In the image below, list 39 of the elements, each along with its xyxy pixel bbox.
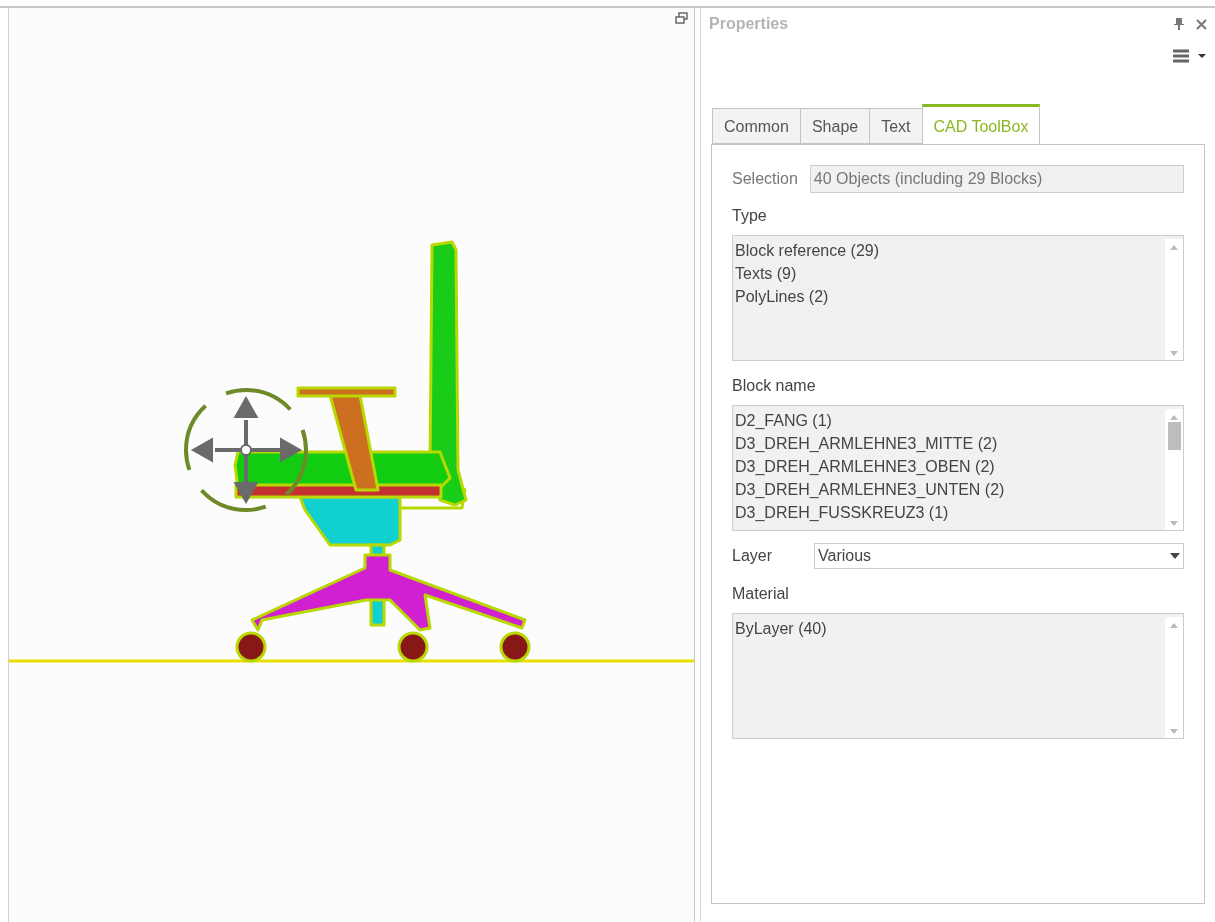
list-item[interactable]: Texts (9)	[735, 262, 1165, 285]
scroll-up-icon[interactable]	[1170, 623, 1178, 628]
list-item[interactable]: D3_DREH_FUSSKREUZ3 (1)	[735, 501, 1165, 524]
material-list[interactable]: ByLayer (40)	[732, 613, 1184, 739]
selection-field: 40 Objects (including 29 Blocks)	[809, 165, 1184, 193]
type-label: Type	[732, 207, 768, 225]
tab[interactable]: Common	[712, 108, 800, 144]
scroll-up-icon[interactable]	[1170, 245, 1178, 250]
scroll-down-icon[interactable]	[1170, 521, 1178, 526]
tab[interactable]: Text	[869, 108, 922, 144]
tab[interactable]: Shape	[799, 108, 870, 144]
layer-dropdown[interactable]: Various	[814, 543, 1184, 569]
move-gizmo-icon[interactable]	[184, 388, 308, 512]
material-label: Material	[732, 585, 790, 603]
type-list[interactable]: Block reference (29) Texts (9) PolyLines (2)	[732, 235, 1184, 361]
restore-window-icon[interactable]	[675, 12, 688, 24]
list-item[interactable]: D2_FANG (1)	[735, 409, 1165, 432]
list-item[interactable]: D3_DREH_ARMLEHNE3_OBEN (2)	[735, 455, 1165, 478]
scrollbar[interactable]	[1165, 239, 1183, 360]
selection-label: Selection	[732, 170, 798, 188]
scrollbar[interactable]	[1165, 617, 1183, 738]
cad-viewport[interactable]	[8, 8, 695, 922]
block-name-list[interactable]: D2_FANG (1) D3_DREH_ARMLEHNE3_MITTE (2) D3_DREH_ARMLEHNE3_OBEN (2) D3_DREH_ARMLEHNE3_UNTEN (2) D3_DREH_FUSSKREUZ3 (1)	[732, 405, 1184, 531]
close-icon[interactable]	[1196, 18, 1207, 30]
scrollbar-thumb[interactable]	[1167, 421, 1181, 450]
panel-title: Properties	[709, 15, 790, 33]
pin-icon[interactable]	[1174, 18, 1184, 30]
scrollbar[interactable]	[1165, 409, 1183, 530]
block-name-label: Block name	[732, 377, 817, 395]
dropdown-caret-icon	[1170, 553, 1180, 559]
list-item[interactable]: D3_DREH_ARMLEHNE3_UNTEN (2)	[735, 478, 1165, 501]
list-item[interactable]: Block reference (29)	[735, 239, 1165, 262]
list-item[interactable]: D3_DREH_ARMLEHNE3_MITTE (2)	[735, 432, 1165, 455]
list-item[interactable]: PolyLines (2)	[735, 285, 1165, 308]
scroll-down-icon[interactable]	[1170, 351, 1178, 356]
menu-icon[interactable]	[1173, 48, 1207, 64]
scroll-down-icon[interactable]	[1170, 729, 1178, 734]
list-item[interactable]: ByLayer (40)	[735, 617, 1165, 640]
layer-label: Layer	[732, 547, 774, 565]
